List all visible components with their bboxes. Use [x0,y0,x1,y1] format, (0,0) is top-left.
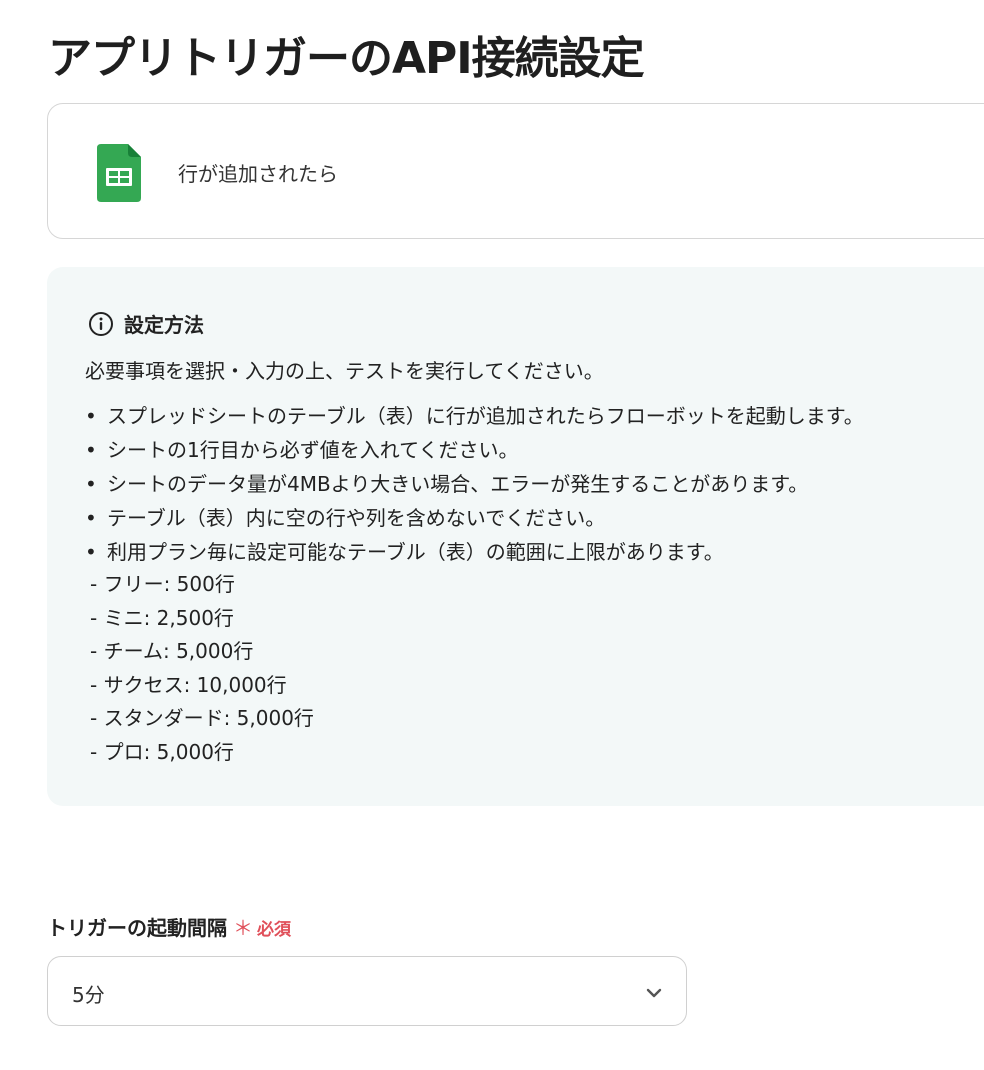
trigger-card[interactable]: 行が追加されたら [47,103,984,239]
bullet-text: 利用プラン毎に設定可能なテーブル（表）の範囲に上限があります。 [107,540,724,564]
google-sheets-icon [97,144,141,202]
bullet-dot: • [85,438,97,462]
info-intro: 必要事項を選択・入力の上、テストを実行してください。 [85,359,604,383]
plan-limit-item: - スタンダード: 5,000行 [90,706,314,731]
bullet-item: • シートの1行目から必ず値を入れてください。 [85,433,864,467]
required-asterisk: ＊ [233,916,253,940]
bullet-list: • スプレッドシートのテーブル（表）に行が追加されたらフローボットを起動します。 … [85,399,864,569]
bullet-dot: • [85,472,97,496]
plan-limit-item: - サクセス: 10,000行 [90,672,287,697]
plan-limit-item: - チーム: 5,000行 [90,639,254,664]
required-badge: 必須 [257,920,291,940]
bullet-item: • 利用プラン毎に設定可能なテーブル（表）の範囲に上限があります。 [85,535,864,569]
bullet-text: シートの1行目から必ず値を入れてください。 [107,438,519,462]
bullet-text: スプレッドシートのテーブル（表）に行が追加されたらフローボットを起動します。 [107,404,864,428]
chevron-down-icon[interactable] [644,983,664,1003]
bullet-item: • シートのデータ量が4MBより大きい場合、エラーが発生することがあります。 [85,467,864,501]
plan-limit-item: - フリー: 500行 [90,572,235,596]
plan-limit-list: - フリー: 500行 - ミニ: 2,500行 - チーム: 5,000行 -… [90,568,314,770]
interval-field-label-row: トリガーの起動間隔 ＊ 必須 [47,912,291,941]
info-title: 設定方法 [124,313,204,337]
bullet-item: • テーブル（表）内に空の行や列を含めないでください。 [85,501,864,535]
trigger-label: 行が追加されたら [178,162,338,186]
bullet-dot: • [85,540,97,564]
bullet-text: シートのデータ量が4MBより大きい場合、エラーが発生することがあります。 [107,472,809,496]
plan-limit-item: - ミニ: 2,500行 [90,605,234,630]
plan-limit-item: - プロ: 5,000行 [90,739,234,764]
bullet-dot: • [85,506,97,530]
interval-select-value: 5分 [72,983,105,1007]
info-header: 設定方法 [88,309,204,338]
info-box: 設定方法 必要事項を選択・入力の上、テストを実行してください。 • スプレッドシー… [47,267,984,806]
info-circle-icon [89,311,113,336]
bullet-item: • スプレッドシートのテーブル（表）に行が追加されたらフローボットを起動します。 [85,399,864,433]
bullet-text: テーブル（表）内に空の行や列を含めないでください。 [107,506,606,530]
bullet-dot: • [85,404,97,428]
interval-field-label: トリガーの起動間隔 [47,916,227,940]
page-title: アプリトリガーのAPI接続設定 [48,33,645,84]
page: アプリトリガーのAPI接続設定 行が追加されたら 設定方法 必要事項を選択・入力… [0,0,984,1070]
interval-select[interactable]: 5分 [47,956,687,1026]
